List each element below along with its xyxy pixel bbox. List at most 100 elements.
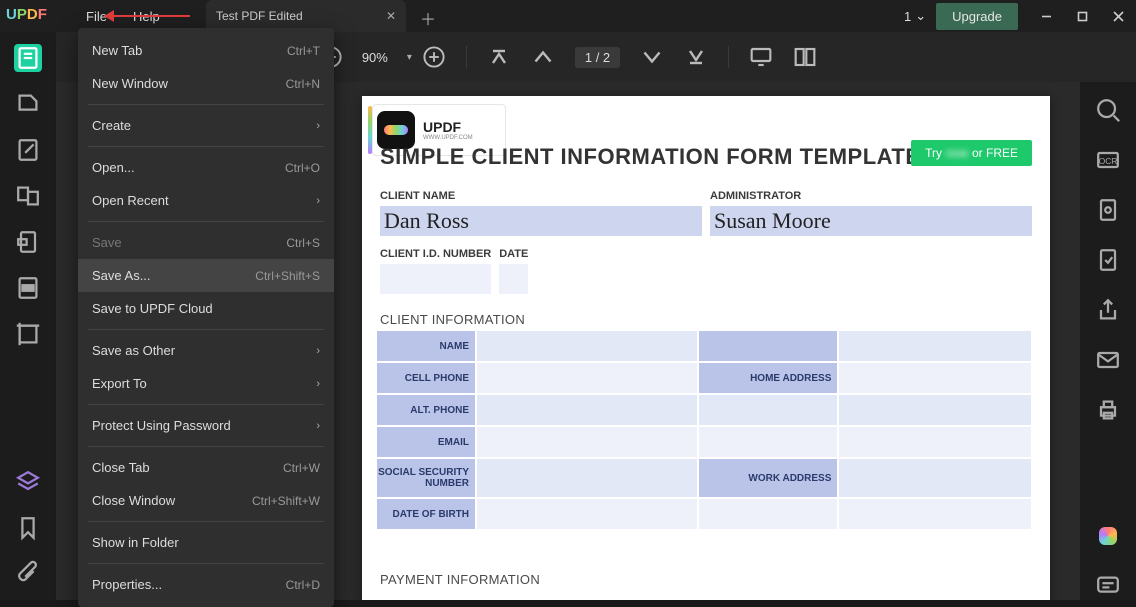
client-name-value: Dan Ross (380, 206, 702, 236)
section-payment-info: PAYMENT INFORMATION (380, 572, 540, 587)
organize-tool-icon[interactable] (14, 182, 42, 210)
print-icon[interactable] (1094, 396, 1122, 424)
next-page-button[interactable] (640, 45, 664, 69)
grid-label-ssn: SOCIAL SECURITY NUMBER (376, 458, 476, 498)
new-tab-button[interactable]: ＋ (416, 6, 440, 30)
right-sidebar: OCR (1080, 82, 1136, 600)
client-id-label: CLIENT I.D. NUMBER (380, 248, 491, 260)
chat-icon[interactable] (1094, 572, 1122, 600)
page-count-value: 1 (904, 9, 911, 24)
chevron-right-icon: › (316, 195, 320, 207)
chevron-right-icon: › (316, 120, 320, 132)
menu-separator (88, 221, 324, 222)
section-client-info: CLIENT INFORMATION (380, 312, 525, 327)
zoom-value[interactable]: 90% (353, 50, 397, 65)
app-logo: UPDF (6, 6, 47, 23)
toolbar-separator (728, 46, 729, 68)
client-id-value (380, 264, 491, 294)
grid-label-dob: DATE OF BIRTH (376, 498, 476, 530)
brand-text: UPDF (423, 119, 473, 135)
pdf-page: UPDFWWW.UPDF.COM SIMPLE CLIENT INFORMATI… (362, 96, 1050, 600)
menu-close-tab[interactable]: Close TabCtrl+W (78, 451, 334, 484)
menu-save-cloud[interactable]: Save to UPDF Cloud (78, 292, 334, 325)
reading-mode-button[interactable] (793, 45, 817, 69)
grid-label-alt: ALT. PHONE (376, 394, 476, 426)
toolbar-separator (466, 46, 467, 68)
grid-label-cell: CELL PHONE (376, 362, 476, 394)
share-icon[interactable] (1094, 296, 1122, 324)
client-info-grid: NAME CELL PHONE HOME ADDRESS ALT. PHONE E… (376, 330, 1032, 530)
chevron-right-icon: › (316, 378, 320, 390)
zoom-dropdown-icon[interactable]: ▾ (407, 52, 412, 63)
tab-close-icon[interactable]: ✕ (386, 9, 396, 23)
layers-icon[interactable] (14, 468, 42, 496)
menu-protect[interactable]: Protect Using Password› (78, 409, 334, 442)
cta-post: or FREE (972, 146, 1018, 160)
menu-new-window[interactable]: New WindowCtrl+N (78, 67, 334, 100)
cta-banner[interactable]: Try now or FREE (911, 140, 1032, 166)
menu-help[interactable]: Help (133, 9, 160, 24)
presentation-button[interactable] (749, 45, 773, 69)
menu-open-recent[interactable]: Open Recent› (78, 184, 334, 217)
menu-separator (88, 521, 324, 522)
document-title: SIMPLE CLIENT INFORMATION FORM TEMPLATE (380, 144, 921, 170)
redact-tool-icon[interactable] (14, 274, 42, 302)
date-value (499, 264, 528, 294)
last-page-button[interactable] (684, 45, 708, 69)
reader-tool-icon[interactable] (14, 44, 42, 72)
comment-tool-icon[interactable] (14, 90, 42, 118)
chevron-right-icon: › (316, 420, 320, 432)
crop-tool-icon[interactable] (14, 320, 42, 348)
menu-save-as[interactable]: Save As...Ctrl+Shift+S (78, 259, 334, 292)
zoom-in-button[interactable] (422, 45, 446, 69)
ai-icon[interactable] (1094, 522, 1122, 550)
menu-separator (88, 563, 324, 564)
menu-save-other[interactable]: Save as Other› (78, 334, 334, 367)
first-page-button[interactable] (487, 45, 511, 69)
menu-separator (88, 104, 324, 105)
window-close-button[interactable] (1100, 0, 1136, 32)
bookmark-icon[interactable] (14, 514, 42, 542)
page-count-indicator[interactable]: 1 ⌄ (904, 8, 926, 24)
grid-label-homeaddr: HOME ADDRESS (698, 362, 838, 394)
attachment-icon[interactable] (14, 560, 42, 588)
date-label: DATE (499, 248, 528, 260)
page-indicator[interactable]: 1 / 2 (575, 47, 620, 68)
prev-page-button[interactable] (531, 45, 555, 69)
chevron-right-icon: › (316, 345, 320, 357)
client-name-label: CLIENT NAME (380, 190, 702, 202)
chevron-down-icon: ⌄ (915, 8, 926, 24)
administrator-value: Susan Moore (710, 206, 1032, 236)
menu-separator (88, 404, 324, 405)
ocr-icon[interactable]: OCR (1094, 146, 1122, 174)
flatten-icon[interactable] (1094, 246, 1122, 274)
email-icon[interactable] (1094, 346, 1122, 374)
upgrade-button[interactable]: Upgrade (936, 3, 1018, 30)
window-minimize-button[interactable] (1028, 0, 1064, 32)
administrator-label: ADMINISTRATOR (710, 190, 1032, 202)
cta-pre: Try (925, 146, 942, 160)
left-sidebar (0, 32, 56, 600)
grid-label-name: NAME (376, 330, 476, 362)
form-tool-icon[interactable] (14, 228, 42, 256)
menu-properties[interactable]: Properties...Ctrl+D (78, 568, 334, 601)
menu-save: SaveCtrl+S (78, 226, 334, 259)
window-maximize-button[interactable] (1064, 0, 1100, 32)
menu-open[interactable]: Open...Ctrl+O (78, 151, 334, 184)
cta-mid: now (946, 146, 968, 160)
menu-export-to[interactable]: Export To› (78, 367, 334, 400)
tab-title: Test PDF Edited (216, 9, 303, 23)
menu-close-window[interactable]: Close WindowCtrl+Shift+W (78, 484, 334, 517)
grid-label-email: EMAIL (376, 426, 476, 458)
menu-new-tab[interactable]: New TabCtrl+T (78, 34, 334, 67)
edit-tool-icon[interactable] (14, 136, 42, 164)
brand-subtext: WWW.UPDF.COM (423, 135, 473, 141)
search-icon[interactable] (1094, 96, 1122, 124)
menu-create[interactable]: Create› (78, 109, 334, 142)
menu-show-folder[interactable]: Show in Folder (78, 526, 334, 559)
svg-text:OCR: OCR (1099, 156, 1118, 166)
file-menu-dropdown: New TabCtrl+T New WindowCtrl+N Create› O… (78, 28, 334, 607)
menu-file[interactable]: File (86, 9, 107, 24)
menu-separator (88, 329, 324, 330)
compress-icon[interactable] (1094, 196, 1122, 224)
